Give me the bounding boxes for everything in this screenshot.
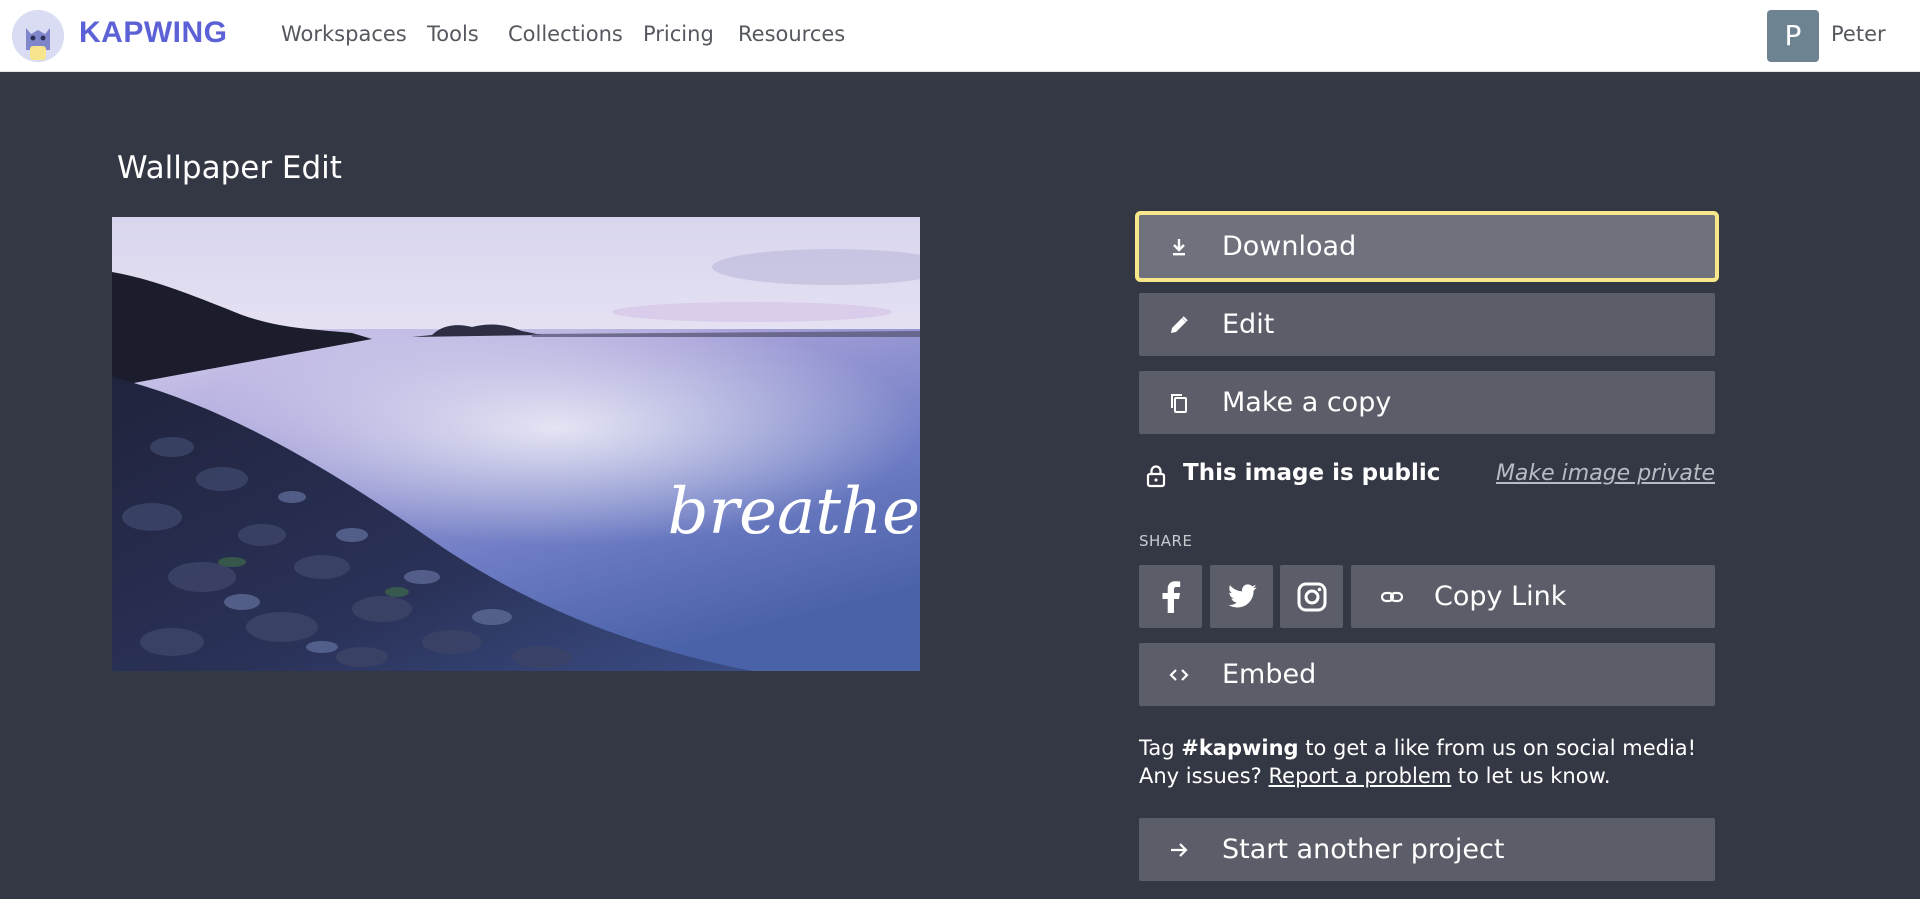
info-prefix: Tag xyxy=(1139,736,1182,760)
kapwing-logo-icon[interactable] xyxy=(12,10,64,62)
share-heading: SHARE xyxy=(1139,532,1193,550)
make-copy-label: Make a copy xyxy=(1222,386,1392,418)
image-preview: breathe xyxy=(112,217,920,671)
visibility-row: This image is public Make image private xyxy=(1139,458,1715,494)
edit-button[interactable]: Edit xyxy=(1139,293,1715,356)
embed-label: Embed xyxy=(1222,658,1317,690)
share-instagram-button[interactable] xyxy=(1280,565,1343,628)
link-icon xyxy=(1380,591,1404,602)
user-name[interactable]: Peter xyxy=(1831,22,1886,46)
arrow-right-icon xyxy=(1171,842,1188,857)
nav-collections[interactable]: Collections xyxy=(508,22,623,46)
info-suffix: to let us know. xyxy=(1451,764,1611,788)
download-label: Download xyxy=(1222,230,1357,262)
copy-icon xyxy=(1171,393,1187,413)
nav-tools[interactable]: Tools xyxy=(427,22,479,46)
copy-link-button[interactable]: Copy Link xyxy=(1351,565,1715,628)
nav-pricing[interactable]: Pricing xyxy=(643,22,714,46)
edit-label: Edit xyxy=(1222,308,1275,340)
visibility-status: This image is public xyxy=(1183,460,1441,486)
make-copy-button[interactable]: Make a copy xyxy=(1139,371,1715,434)
start-another-project-button[interactable]: Start another project xyxy=(1139,818,1715,881)
pencil-icon xyxy=(1171,315,1188,333)
download-button[interactable]: Download xyxy=(1139,215,1715,278)
copy-link-label: Copy Link xyxy=(1434,580,1567,612)
twitter-icon xyxy=(1228,583,1256,607)
download-icon xyxy=(1173,238,1185,255)
preview-overlay-text: breathe xyxy=(668,475,920,549)
brand-name[interactable]: KAPWING xyxy=(79,16,228,50)
instagram-icon xyxy=(1297,582,1326,611)
make-private-link[interactable]: Make image private xyxy=(1496,461,1715,486)
nav-resources[interactable]: Resources xyxy=(738,22,845,46)
share-facebook-button[interactable] xyxy=(1139,565,1202,628)
user-avatar[interactable]: P xyxy=(1767,10,1819,62)
share-twitter-button[interactable] xyxy=(1210,565,1273,628)
facebook-icon xyxy=(1162,580,1180,613)
report-problem-link[interactable]: Report a problem xyxy=(1269,764,1452,788)
lock-icon xyxy=(1146,465,1166,488)
top-navigation-bar: KAPWING Workspaces Tools Collections Pri… xyxy=(0,0,1920,72)
code-icon xyxy=(1169,668,1189,681)
page-title: Wallpaper Edit xyxy=(117,150,342,186)
start-another-project-label: Start another project xyxy=(1222,833,1505,865)
info-text: Tag #kapwing to get a like from us on so… xyxy=(1139,734,1699,790)
nav-workspaces[interactable]: Workspaces xyxy=(281,22,407,46)
kapwing-hashtag: #kapwing xyxy=(1181,736,1299,760)
embed-button[interactable]: Embed xyxy=(1139,643,1715,706)
